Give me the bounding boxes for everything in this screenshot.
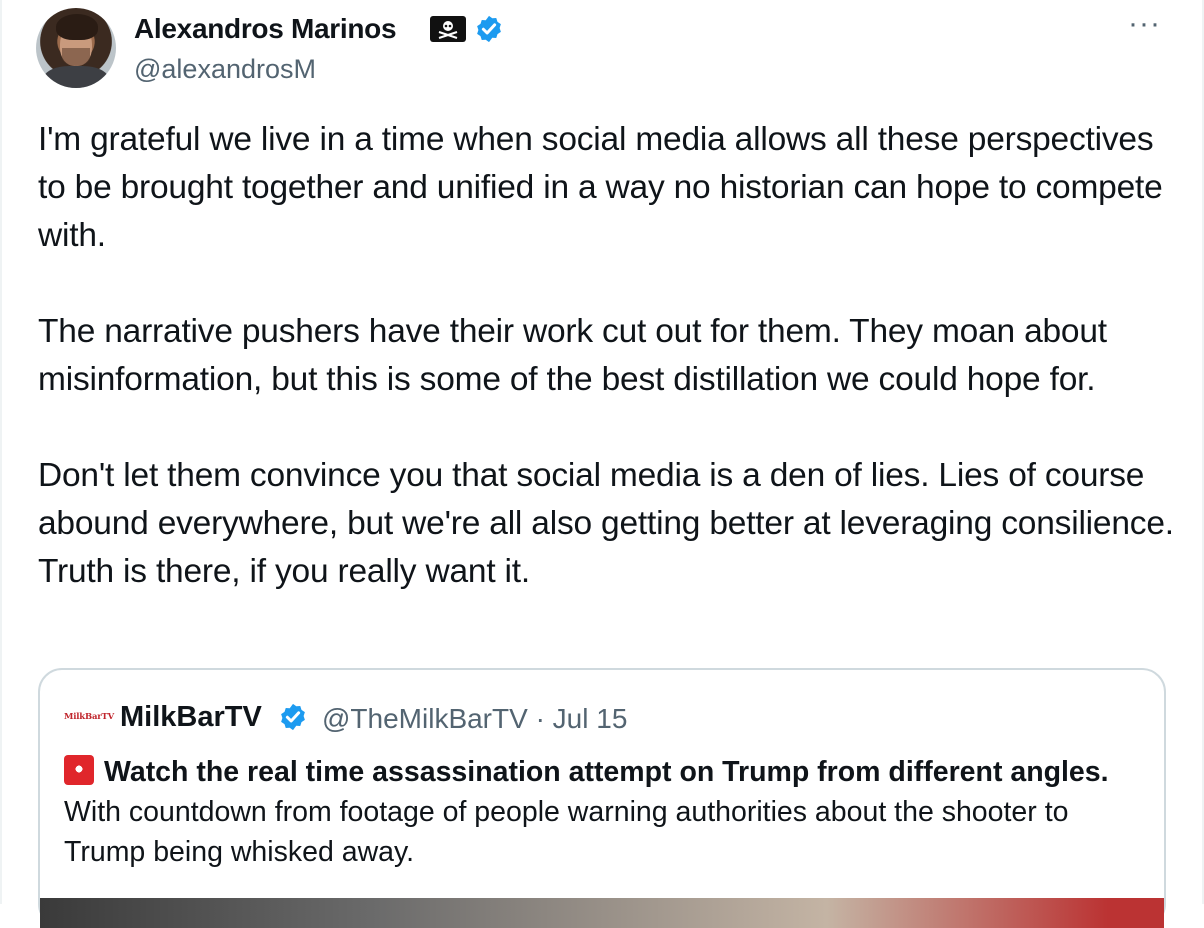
author-handle[interactable]: @alexandrosM [134,52,316,86]
quoted-rest-text: With countdown from footage of people wa… [64,796,1069,868]
quoted-media-preview[interactable] [40,898,1164,928]
verified-badge-icon [281,703,305,731]
tweet-paragraph-1: I'm grateful we live in a time when soci… [38,121,1163,254]
tweet-text: I'm grateful we live in a time when soci… [38,116,1178,596]
pirate-flag-icon [430,16,466,42]
quoted-avatar-logo[interactable]: MilkBarTV [64,712,114,722]
quoted-tweet[interactable]: MilkBarTV MilkBarTV @TheMilkBarTV · Jul … [38,668,1166,928]
tweet-paragraph-3: Don't let them convince you that social … [38,457,1174,590]
tweet: Alexandros Marinos @alexandrosM ··· I'm … [0,0,1204,928]
quoted-handle-date[interactable]: @TheMilkBarTV · Jul 15 [322,702,627,736]
more-options-icon[interactable]: ··· [1128,9,1161,39]
quoted-bold-text: Watch the real time assassination attemp… [104,756,1109,788]
siren-emoji-icon [64,755,94,785]
quoted-author-name[interactable]: MilkBarTV [120,700,262,734]
quoted-text: Watch the real time assassination attemp… [64,752,1144,872]
avatar[interactable] [36,8,116,88]
author-name[interactable]: Alexandros Marinos [134,12,397,46]
tweet-paragraph-2: The narrative pushers have their work cu… [38,313,1107,398]
verified-badge-icon [477,15,501,43]
